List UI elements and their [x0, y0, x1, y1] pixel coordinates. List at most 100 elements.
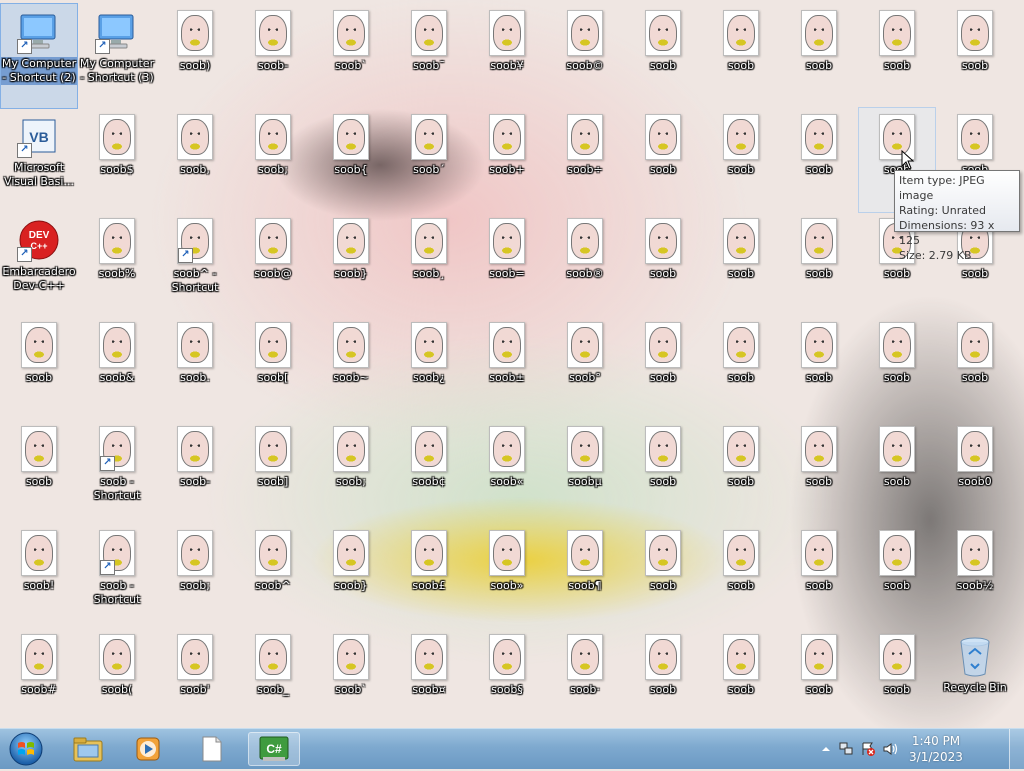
show-hidden-icons-icon[interactable]	[818, 741, 834, 757]
desktop-icon[interactable]: soob	[1, 420, 77, 524]
desktop-icon[interactable]: soob	[703, 212, 779, 316]
desktop-icon[interactable]: soob}	[313, 524, 389, 628]
desktop-icon[interactable]: soob	[625, 212, 701, 316]
desktop-icon[interactable]: soob`	[313, 628, 389, 732]
desktop-icon[interactable]: soob½	[937, 524, 1013, 628]
desktop-icon[interactable]: soob%	[79, 212, 155, 316]
desktop-icon[interactable]: soob	[859, 316, 935, 420]
taskbar-media-player[interactable]	[122, 732, 174, 766]
desktop-icon[interactable]: soob	[625, 420, 701, 524]
desktop-icon[interactable]: ↗ soob - Shortcut	[79, 524, 155, 628]
taskbar-csharp-app[interactable]: C#	[248, 732, 300, 766]
desktop-icon[interactable]: soob{	[313, 108, 389, 212]
desktop-icon[interactable]: soob=	[469, 212, 545, 316]
desktop-icon[interactable]: soob&	[79, 316, 155, 420]
desktop-icon[interactable]: soob	[937, 4, 1013, 108]
taskbar-windows-explorer[interactable]	[62, 732, 114, 766]
desktop-icon[interactable]: soob#	[1, 628, 77, 732]
desktop-icon[interactable]: soob}	[313, 212, 389, 316]
desktop-icon[interactable]: soob	[625, 628, 701, 732]
desktop-icon[interactable]: soob@	[235, 212, 311, 316]
desktop-icon[interactable]: soob	[859, 628, 935, 732]
desktop-icon[interactable]: soob	[703, 4, 779, 108]
desktop-icon[interactable]: soob)	[157, 4, 233, 108]
desktop-icon[interactable]: soob.	[157, 316, 233, 420]
desktop-icon[interactable]: soob	[859, 4, 935, 108]
desktop-icon[interactable]: soob]	[235, 420, 311, 524]
desktop-icon[interactable]: soob0	[937, 420, 1013, 524]
desktop-icon[interactable]: soob	[703, 420, 779, 524]
desktop-icon[interactable]: soob	[625, 108, 701, 212]
taskbar-notepad[interactable]	[186, 732, 238, 766]
desktop-icon[interactable]: soob_	[235, 628, 311, 732]
desktop-icon[interactable]: DEV C++ ↗ Embarcadero Dev-C++	[1, 212, 77, 316]
desktop-icon[interactable]: soob	[781, 420, 857, 524]
desktop-icon[interactable]: soob	[781, 524, 857, 628]
desktop-icon[interactable]: soob÷	[547, 108, 623, 212]
desktop-icon[interactable]: soob	[703, 628, 779, 732]
desktop-icon[interactable]: soob§	[469, 628, 545, 732]
desktop-icon[interactable]: soob®	[547, 212, 623, 316]
desktop-icon[interactable]: soob;	[235, 108, 311, 212]
desktop-icon[interactable]: soob$	[79, 108, 155, 212]
show-desktop-button[interactable]	[1009, 729, 1024, 769]
desktop-icon[interactable]: soob;	[313, 420, 389, 524]
desktop[interactable]: ↗ My Computer - Shortcut (2) VB ↗ Microsoft …	[0, 0, 1024, 728]
desktop-icon[interactable]: soob	[703, 108, 779, 212]
desktop-icon[interactable]: VB ↗ Microsoft Visual Basi...	[1, 108, 77, 212]
desktop-icon[interactable]: Recycle Bin	[937, 628, 1013, 732]
desktop-icon[interactable]: soob¿	[391, 316, 467, 420]
desktop-icon[interactable]: soob¸	[391, 212, 467, 316]
action-center-icon[interactable]	[860, 741, 876, 757]
desktop-icon[interactable]: soob	[781, 4, 857, 108]
desktop-icon[interactable]: soob~	[313, 316, 389, 420]
desktop-icon[interactable]: soob	[937, 316, 1013, 420]
desktop-icon[interactable]: soobµ	[547, 420, 623, 524]
start-button[interactable]	[6, 731, 46, 767]
desktop-icon[interactable]: soob¯	[391, 4, 467, 108]
desktop-icon[interactable]: ↗ soob^ - Shortcut	[157, 212, 233, 316]
desktop-icon[interactable]: soob	[859, 420, 935, 524]
desktop-icon[interactable]: soob»	[469, 524, 545, 628]
desktop-icon[interactable]: soob´	[391, 108, 467, 212]
desktop-icon[interactable]: soob¢	[391, 420, 467, 524]
desktop-icon[interactable]: soob°	[547, 316, 623, 420]
desktop-icon[interactable]: soob	[703, 524, 779, 628]
desktop-icon[interactable]: soob£	[391, 524, 467, 628]
desktop-icon-label: Microsoft Visual Basi...	[4, 161, 74, 188]
desktop-icon[interactable]: soob[	[235, 316, 311, 420]
clock[interactable]: 1:40 PM 3/1/2023	[906, 733, 966, 765]
desktop-icon[interactable]: soob¶	[547, 524, 623, 628]
desktop-icon[interactable]: soob	[625, 316, 701, 420]
desktop-icon[interactable]: soob«	[469, 420, 545, 524]
desktop-icon[interactable]: soob'	[157, 628, 233, 732]
desktop-icon[interactable]: soob!	[1, 524, 77, 628]
network-icon[interactable]	[838, 741, 854, 757]
desktop-icon[interactable]: soob^	[235, 524, 311, 628]
desktop-icon[interactable]: soob+	[469, 108, 545, 212]
desktop-icon[interactable]: soob	[703, 316, 779, 420]
desktop-icon[interactable]: ↗ My Computer - Shortcut (3)	[79, 4, 155, 108]
desktop-icon[interactable]: soob	[625, 4, 701, 108]
desktop-icon[interactable]: soob	[1, 316, 77, 420]
desktop-icon[interactable]: soob	[781, 108, 857, 212]
desktop-icon[interactable]: soob©	[547, 4, 623, 108]
desktop-icon[interactable]: soob	[859, 524, 935, 628]
volume-icon[interactable]	[882, 741, 898, 757]
desktop-icon[interactable]: soob	[781, 628, 857, 732]
desktop-icon[interactable]: ↗ My Computer - Shortcut (2)	[0, 3, 78, 109]
desktop-icon[interactable]: soob-	[235, 4, 311, 108]
desktop-icon[interactable]: ↗ soob - Shortcut	[79, 420, 155, 524]
desktop-icon[interactable]: soob·	[547, 628, 623, 732]
desktop-icon[interactable]: soob¤	[391, 628, 467, 732]
desktop-icon[interactable]: soob	[781, 212, 857, 316]
desktop-icon[interactable]: soob,	[157, 108, 233, 212]
desktop-icon[interactable]: soob(	[79, 628, 155, 732]
desktop-icon[interactable]: soob-	[157, 420, 233, 524]
desktop-icon[interactable]: soob	[781, 316, 857, 420]
desktop-icon[interactable]: soob±	[469, 316, 545, 420]
desktop-icon[interactable]: soob`	[313, 4, 389, 108]
desktop-icon[interactable]: soob;	[157, 524, 233, 628]
desktop-icon[interactable]: soob¥	[469, 4, 545, 108]
desktop-icon[interactable]: soob	[625, 524, 701, 628]
